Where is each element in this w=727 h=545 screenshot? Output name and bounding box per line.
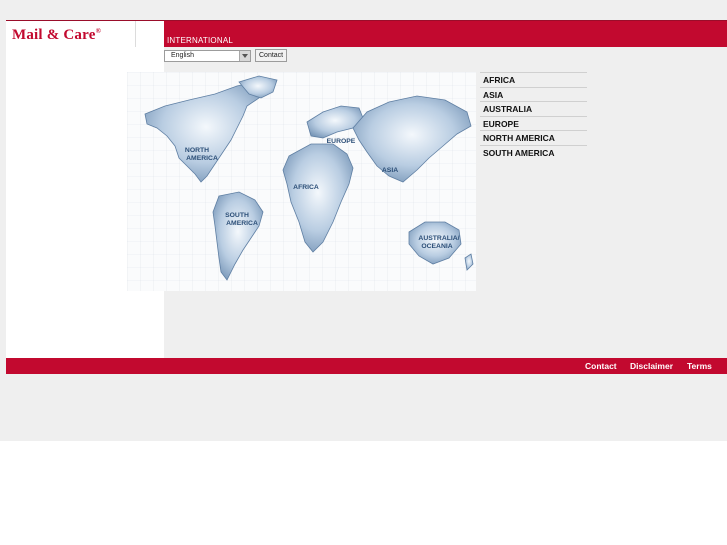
- contact-button[interactable]: Contact: [255, 49, 288, 62]
- logo-divider: [135, 21, 136, 47]
- region-link-africa[interactable]: AFRICA: [480, 72, 587, 87]
- map-label-europe: EUROPE: [327, 138, 356, 145]
- map-label-asia: ASIA: [382, 167, 398, 174]
- map-label-africa: AFRICA: [293, 184, 319, 191]
- logo[interactable]: Mail & Care®: [6, 21, 164, 47]
- header-bar: INTERNATIONAL: [164, 21, 727, 47]
- section-title: INTERNATIONAL: [167, 36, 234, 45]
- region-link-australia[interactable]: AUSTRALIA: [480, 101, 587, 116]
- region-link-south-america[interactable]: SOUTH AMERICA: [480, 144, 587, 160]
- footer-link-disclaimer[interactable]: Disclaimer: [630, 361, 673, 371]
- world-map[interactable]: NORTH AMERICA SOUTH AMERICA EUROPE AFRIC…: [127, 72, 476, 291]
- footer-bar: Contact Disclaimer Terms: [6, 358, 727, 374]
- map-label-south-america-1: SOUTH: [225, 212, 249, 219]
- world-map-graphic: NORTH AMERICA SOUTH AMERICA EUROPE AFRIC…: [127, 72, 476, 291]
- footer-link-contact[interactable]: Contact: [585, 361, 617, 371]
- language-select-value: English: [171, 52, 194, 59]
- map-label-south-america-2: AMERICA: [226, 220, 258, 227]
- language-select[interactable]: English: [164, 50, 251, 62]
- footer-link-terms[interactable]: Terms: [687, 361, 712, 371]
- region-link-north-america[interactable]: NORTH AMERICA: [480, 130, 587, 145]
- logo-text: Mail & Care®: [12, 27, 102, 43]
- chevron-down-icon[interactable]: [239, 51, 250, 61]
- region-link-asia[interactable]: ASIA: [480, 86, 587, 102]
- region-link-europe[interactable]: EUROPE: [480, 115, 587, 131]
- map-label-north-america-1: NORTH: [185, 147, 209, 154]
- map-label-australia-1: AUSTRALIA/: [418, 235, 459, 242]
- map-label-north-america-2: AMERICA: [186, 155, 218, 162]
- map-label-australia-2: OCEANIA: [421, 243, 452, 250]
- region-list: AFRICA ASIA AUSTRALIA EUROPE NORTH AMERI…: [480, 72, 587, 160]
